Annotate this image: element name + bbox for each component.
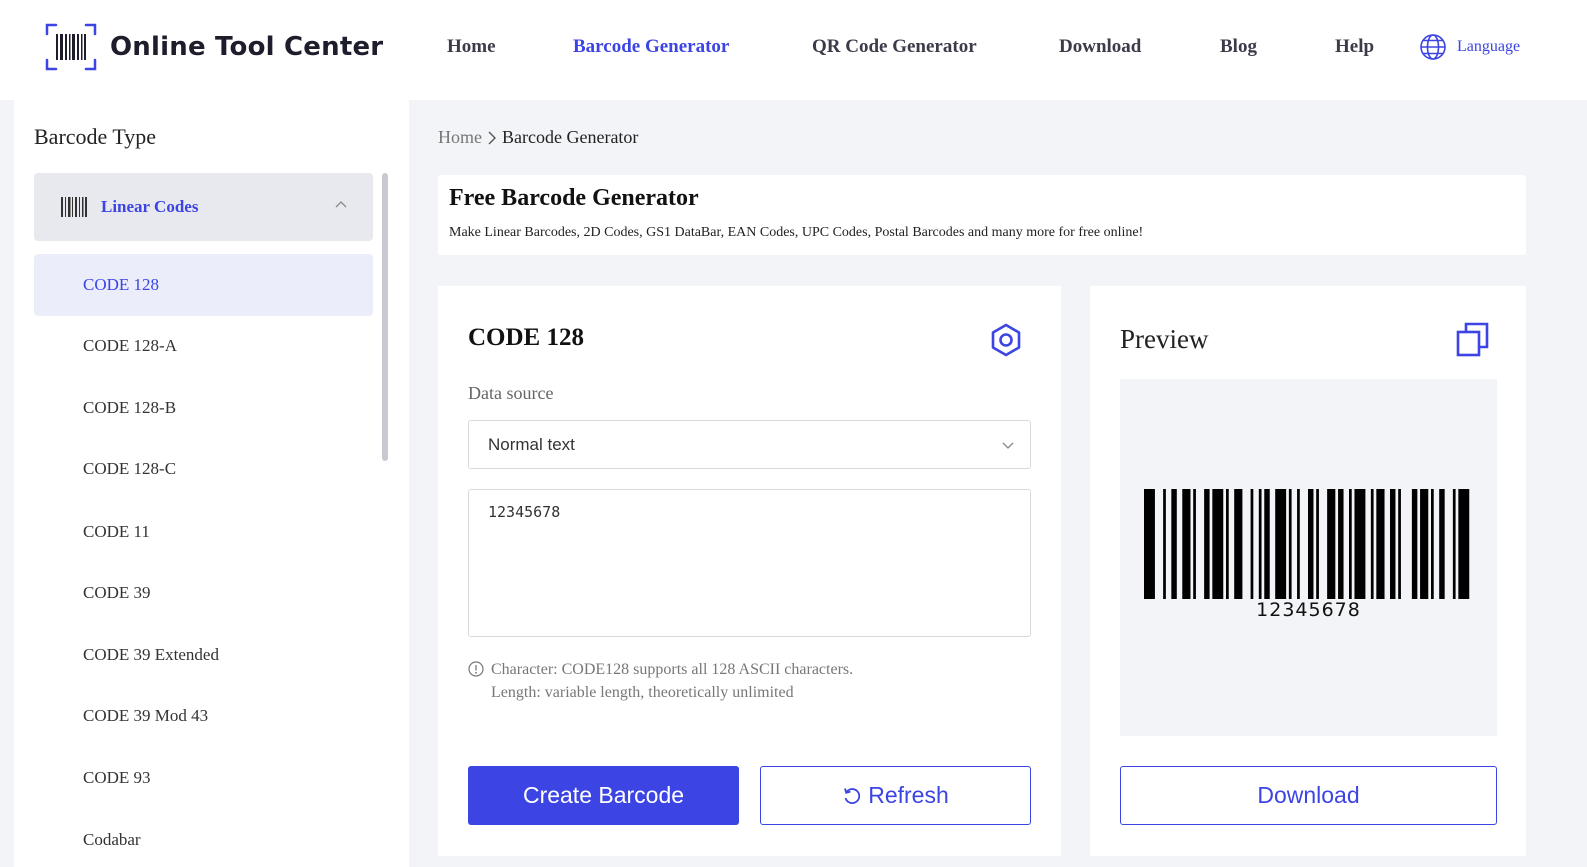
sidebar-item-code-128[interactable]: CODE 128 — [34, 254, 373, 316]
data-source-label: Data source — [468, 383, 554, 403]
barcode-bar — [1354, 489, 1366, 599]
barcode-data-input[interactable] — [468, 489, 1031, 637]
logo-text: Online Tool Center — [110, 32, 384, 62]
generator-form-panel: CODE 128 Data source Normal text Charact… — [438, 286, 1061, 856]
sidebar-item-code-128-c[interactable]: CODE 128-C — [34, 438, 373, 500]
sidebar-item-code-39-mod-43[interactable]: CODE 39 Mod 43 — [34, 685, 373, 747]
sidebar-item-code-93[interactable]: CODE 93 — [34, 747, 373, 809]
barcode-bar — [1458, 489, 1470, 599]
barcode-bar — [1439, 489, 1445, 599]
barcode-bar — [1431, 489, 1434, 599]
barcode-bar — [1275, 489, 1287, 599]
barcode-bar — [1264, 489, 1270, 599]
refresh-button[interactable]: Refresh — [760, 766, 1031, 825]
nav-download[interactable]: Download — [1059, 36, 1141, 58]
linear-codes-label: Linear Codes — [101, 197, 199, 216]
hint-line-character: Character: CODE128 supports all 128 ASCI… — [491, 661, 854, 678]
chevron-up-icon — [335, 201, 347, 208]
refresh-label: Refresh — [868, 782, 949, 808]
barcode-bar — [1316, 489, 1319, 599]
sidebar-item-code-128-b[interactable]: CODE 128-B — [34, 377, 373, 439]
info-icon — [468, 661, 484, 677]
intro-card: Free Barcode Generator Make Linear Barco… — [438, 175, 1526, 255]
refresh-icon — [844, 787, 861, 804]
barcode-bar — [1204, 489, 1210, 599]
data-source-value: Normal text — [488, 434, 575, 454]
barcode-bar — [1370, 489, 1374, 599]
language-selector[interactable]: Language — [1419, 33, 1520, 61]
nav-blog[interactable]: Blog — [1220, 36, 1257, 58]
download-button[interactable]: Download — [1120, 766, 1497, 825]
barcode-bar — [1398, 489, 1401, 599]
breadcrumb: Home Barcode Generator — [438, 127, 638, 148]
sidebar-item-codabar[interactable]: Codabar — [34, 809, 373, 867]
barcode-bar — [1308, 489, 1314, 599]
page-title: Free Barcode Generator — [449, 185, 699, 211]
barcode-icon — [61, 197, 87, 217]
breadcrumb-current: Barcode Generator — [502, 127, 639, 147]
sidebar-title: Barcode Type — [34, 124, 157, 149]
code-type-title: CODE 128 — [468, 324, 584, 351]
nav-home[interactable]: Home — [447, 36, 496, 58]
barcode-human-readable: 12345678 — [1256, 599, 1361, 621]
page-subtitle: Make Linear Barcodes, 2D Codes, GS1 Data… — [449, 225, 1144, 240]
barcode-bar — [1349, 489, 1352, 599]
chevron-down-icon — [1002, 442, 1014, 449]
barcode-bar — [1327, 489, 1336, 599]
barcode-bar — [1258, 489, 1262, 599]
barcode-bar — [1163, 489, 1166, 599]
barcode-bar — [1376, 489, 1385, 599]
logo-barcode-icon — [45, 23, 97, 71]
language-label: Language — [1457, 38, 1521, 55]
data-source-select[interactable]: Normal text — [468, 420, 1031, 469]
globe-icon — [1420, 34, 1446, 60]
barcode-bar — [1452, 489, 1456, 599]
barcode-type-sidebar: Barcode Type Linear Codes CODE 128 CODE … — [14, 100, 409, 867]
site-logo[interactable]: Online Tool Center — [44, 20, 383, 74]
sidebar-item-code-39[interactable]: CODE 39 — [34, 562, 373, 624]
barcode-bar — [1288, 489, 1292, 599]
hint-line-length: Length: variable length, theoretically u… — [491, 684, 794, 701]
sidebar-scrollbar[interactable] — [382, 173, 388, 461]
barcode-bar — [1234, 489, 1243, 599]
nav-barcode-generator[interactable]: Barcode Generator — [573, 36, 729, 58]
barcode-bar — [1250, 489, 1254, 599]
create-barcode-button[interactable]: Create Barcode — [468, 766, 739, 825]
barcode-bar — [1144, 489, 1155, 599]
nav-qr-code-generator[interactable]: QR Code Generator — [812, 36, 977, 58]
sidebar-item-code-128-a[interactable]: CODE 128-A — [34, 315, 373, 377]
barcode-preview-area: 12345678 — [1120, 379, 1497, 736]
character-hint: Character: CODE128 supports all 128 ASCI… — [468, 658, 853, 704]
barcode-bar — [1297, 489, 1300, 599]
linear-codes-group[interactable]: Linear Codes — [34, 173, 373, 241]
breadcrumb-home[interactable]: Home — [438, 127, 482, 148]
copy-icon[interactable] — [1456, 321, 1490, 357]
settings-icon[interactable] — [988, 322, 1024, 358]
sidebar-item-code-39-extended[interactable]: CODE 39 Extended — [34, 624, 373, 686]
barcode-bar — [1182, 489, 1191, 599]
preview-title: Preview — [1120, 324, 1209, 354]
barcode-bar — [1420, 489, 1429, 599]
barcode-bar — [1193, 489, 1196, 599]
barcode-bar — [1411, 489, 1418, 599]
preview-panel: Preview 12345678 Download — [1090, 286, 1526, 856]
chevron-right-icon — [488, 131, 496, 144]
barcode-bar — [1390, 489, 1396, 599]
barcode-bar — [1226, 489, 1229, 599]
barcode-image — [1144, 489, 1470, 599]
nav-help[interactable]: Help — [1335, 36, 1374, 58]
barcode-bar — [1171, 489, 1177, 599]
top-header: Online Tool Center Home Barcode Generato… — [0, 0, 1587, 100]
barcode-bar — [1338, 489, 1344, 599]
barcode-bar — [1212, 489, 1224, 599]
sidebar-item-code-11[interactable]: CODE 11 — [34, 501, 373, 563]
